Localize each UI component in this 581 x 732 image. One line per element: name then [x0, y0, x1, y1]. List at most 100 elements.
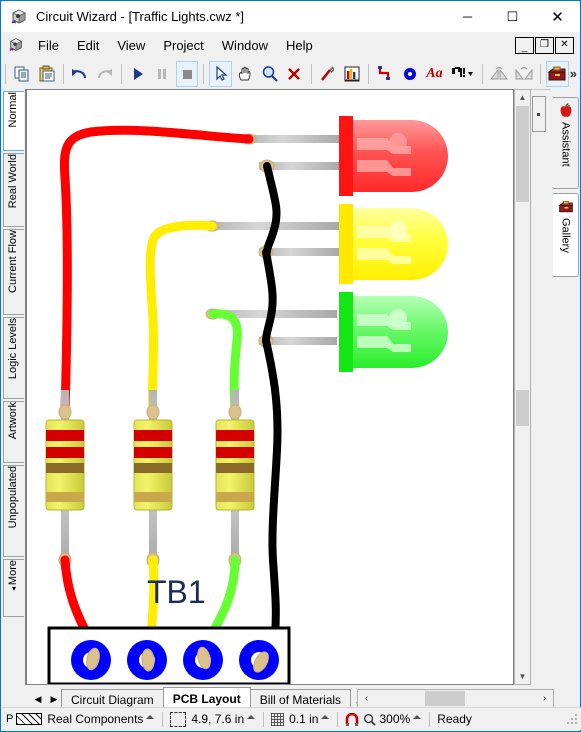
sidebar-label-gallery: Gallery: [559, 218, 572, 253]
pad-icon[interactable]: [399, 61, 422, 87]
gallery-toolbox-icon[interactable]: [545, 60, 569, 87]
sidebar-item-current-flow[interactable]: Current Flow: [3, 229, 24, 315]
canvas-horizontal-scrollbar[interactable]: ‹ ›: [357, 689, 554, 708]
toolbox-icon: [557, 199, 574, 215]
menu-item-file[interactable]: File: [29, 36, 68, 55]
sidebar-item-logic-levels[interactable]: Logic Levels: [3, 317, 24, 399]
sidebar-item-normal[interactable]: Normal: [3, 91, 24, 151]
maximize-button[interactable]: ☐: [490, 1, 535, 32]
splitter-grip-dot: [537, 113, 540, 116]
status-grid-label: 0.1 in: [289, 712, 319, 726]
toolbar-separator: [120, 63, 122, 84]
document-icon[interactable]: [8, 37, 24, 53]
scroll-down-button[interactable]: ▼: [515, 669, 530, 684]
scroll-up-button[interactable]: ▲: [515, 90, 530, 105]
apple-icon: [558, 103, 574, 119]
mdi-minimize-button[interactable]: _: [515, 36, 534, 54]
scroll-left-button[interactable]: ‹: [358, 693, 375, 704]
panel-splitter[interactable]: [532, 96, 546, 132]
status-ready-label: Ready: [437, 712, 472, 726]
paste-icon[interactable]: [35, 61, 58, 87]
sidebar-label-assistant: Assistant: [559, 122, 572, 167]
wire-icon[interactable]: [374, 61, 397, 87]
mdi-restore-button[interactable]: ❐: [535, 36, 554, 54]
zoom-magnifier-icon[interactable]: [259, 61, 282, 87]
status-mode-spinner[interactable]: [146, 714, 155, 725]
stop-icon[interactable]: [175, 60, 199, 87]
pcb-artwork: TB1: [27, 90, 513, 684]
sidebar-item-more[interactable]: More ▾: [3, 559, 24, 617]
status-mode-prefix: P: [6, 713, 14, 725]
text-icon[interactable]: Aa: [423, 61, 446, 87]
status-grid-cell[interactable]: 0.1 in: [267, 708, 334, 730]
dimension-icon[interactable]: [448, 61, 477, 87]
status-zoom-cell[interactable]: 300%: [341, 708, 426, 730]
sidebar-item-artwork[interactable]: Artwork: [3, 401, 24, 463]
probe-icon[interactable]: [316, 61, 339, 87]
application-window: Circuit Wizard - [Traffic Lights.cwz *] …: [0, 0, 581, 732]
status-separator: [429, 711, 431, 727]
tab-prev-button[interactable]: ◀: [30, 694, 46, 705]
redo-icon[interactable]: [93, 61, 116, 87]
window-title: Circuit Wizard - [Traffic Lights.cwz *]: [36, 9, 245, 24]
hscroll-track[interactable]: [375, 690, 536, 707]
menu-item-help[interactable]: Help: [277, 36, 322, 55]
status-ready-cell: Ready: [433, 708, 476, 730]
circuit-wizard-icon: [10, 8, 28, 26]
undo-icon[interactable]: [69, 61, 92, 87]
toolbar-overflow-button[interactable]: »: [570, 66, 577, 81]
status-zoom-label: 300%: [379, 712, 411, 726]
menu-item-edit[interactable]: Edit: [68, 36, 108, 55]
mdi-close-button[interactable]: ✕: [555, 36, 574, 54]
sidebar-item-unpopulated[interactable]: Unpopulated: [3, 465, 24, 557]
tab-bill-of-materials[interactable]: Bill of Materials: [249, 689, 352, 709]
menu-item-window[interactable]: Window: [213, 36, 277, 55]
pause-icon[interactable]: [151, 61, 174, 87]
mdi-minimize-label: _: [521, 41, 528, 53]
tab-circuit-diagram[interactable]: Circuit Diagram: [61, 689, 164, 709]
flip-left-icon[interactable]: [488, 61, 511, 87]
tab-next-button[interactable]: ▶: [46, 694, 62, 705]
status-cursor-label: 4.9, 7.6 in: [191, 712, 245, 726]
status-cursor-spinner[interactable]: [247, 714, 256, 725]
grid-icon: [271, 712, 285, 726]
vscroll-thumb[interactable]: [516, 390, 529, 426]
run-icon[interactable]: [127, 61, 150, 87]
magnet-icon: [345, 712, 359, 726]
status-mode-cell[interactable]: P Real Components: [2, 708, 159, 730]
menu-item-project[interactable]: Project: [154, 36, 212, 55]
toolbar-separator: [368, 63, 370, 84]
selection-box-icon: [170, 711, 187, 727]
chart-icon[interactable]: [341, 61, 364, 87]
sidebar-label-logic-levels: Logic Levels: [7, 318, 19, 380]
main-toolbar: Aa »: [1, 58, 580, 90]
toolbar-separator: [540, 63, 541, 84]
pcb-layout-canvas[interactable]: TB1: [26, 89, 514, 685]
delete-cross-icon[interactable]: [283, 61, 306, 87]
menu-item-view[interactable]: View: [108, 36, 154, 55]
sidebar-label-more: More: [7, 560, 19, 586]
sidebar-item-real-world[interactable]: Real World: [3, 153, 24, 227]
sidebar-item-assistant[interactable]: Assistant: [553, 97, 579, 189]
pan-hand-icon[interactable]: [234, 61, 257, 87]
vscroll-thumb-top[interactable]: [516, 106, 529, 202]
status-zoom-spinner[interactable]: [413, 714, 422, 725]
hscroll-thumb[interactable]: [425, 691, 465, 706]
toolbar-separator: [62, 63, 64, 84]
sidebar-label-current-flow: Current Flow: [7, 230, 19, 293]
flip-right-icon[interactable]: [513, 61, 536, 87]
view-mode-tabs: Normal Real World Current Flow Logic Lev…: [2, 89, 26, 685]
close-button[interactable]: ✕: [535, 1, 580, 32]
select-arrow-icon[interactable]: [209, 60, 232, 87]
status-grid-spinner[interactable]: [321, 714, 330, 725]
tab-pcb-layout[interactable]: PCB Layout: [162, 687, 251, 709]
toolbar-separator: [203, 63, 205, 84]
led-red: [339, 116, 448, 196]
resize-grip[interactable]: [566, 713, 578, 725]
mdi-close-label: ✕: [560, 38, 569, 50]
copy-icon[interactable]: [11, 61, 34, 87]
sidebar-item-gallery[interactable]: Gallery: [553, 193, 579, 277]
minimize-button[interactable]: ─: [445, 1, 490, 32]
scroll-right-button[interactable]: ›: [536, 693, 553, 704]
canvas-vertical-scrollbar[interactable]: ▲ ▼: [514, 89, 531, 685]
